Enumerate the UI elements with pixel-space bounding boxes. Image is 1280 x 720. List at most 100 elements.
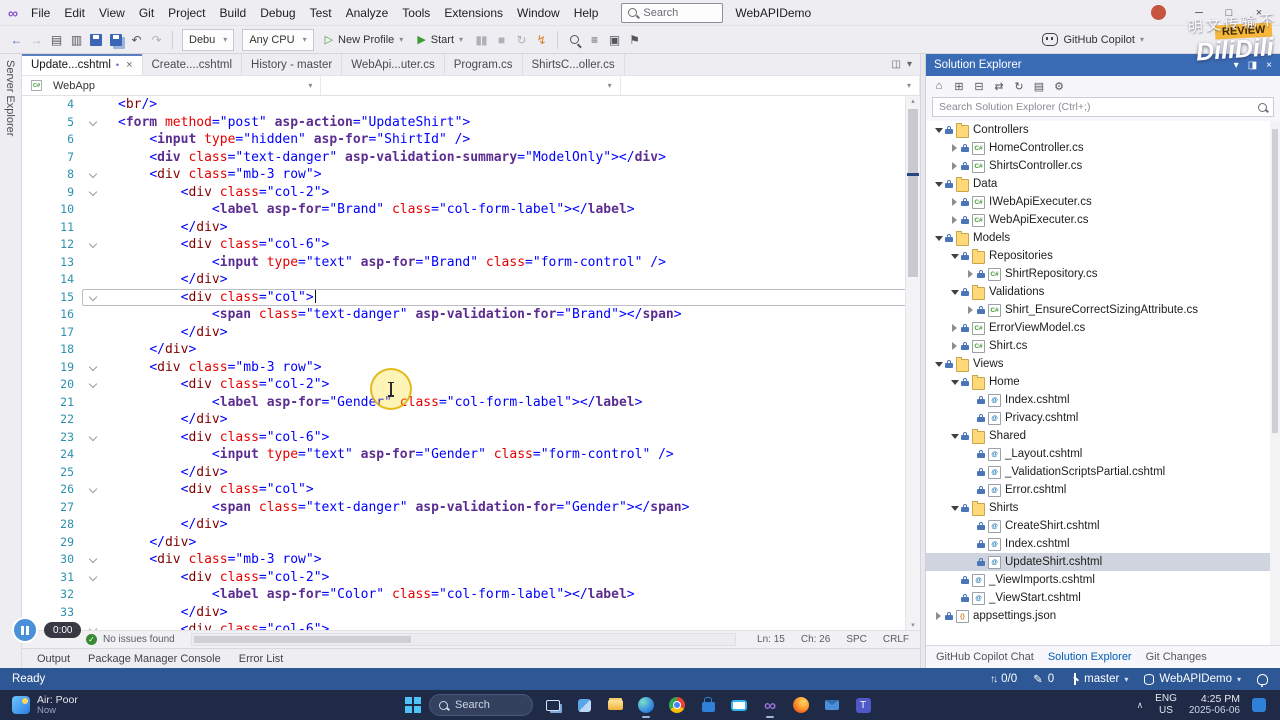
fold-chevron-icon[interactable] [82,184,106,202]
code-line-30[interactable]: 30 <div class="mb-3 row"> [22,551,920,569]
panel-tab-error-list[interactable]: Error List [230,649,293,668]
split-window-icon[interactable]: ◫ [892,59,901,70]
start-button[interactable]: ▶ Start ▾ [411,33,469,47]
fold-chevron-icon[interactable] [82,359,106,377]
taskbar-task-view-icon[interactable] [541,692,565,718]
pause-icon[interactable]: ▮▮ [471,29,491,51]
code-line-14[interactable]: 14 </div> [22,271,920,289]
code-line-22[interactable]: 22 </div> [22,411,920,429]
restart-icon[interactable]: ↻ [511,29,531,51]
code-line-11[interactable]: 11 </div> [22,219,920,237]
nav-back-icon[interactable]: ← [6,29,26,51]
tree-item-shirtscontroller-cs[interactable]: ShirtsController.cs [926,157,1280,175]
menu-git[interactable]: Git [132,6,161,20]
tree-item-models[interactable]: Models [926,229,1280,247]
platform-dropdown[interactable]: Any CPU ▾ [242,28,314,51]
show-all-files-icon[interactable]: ▤ [1030,77,1048,95]
tree-scrollbar[interactable] [1270,121,1280,645]
taskbar-firefox-icon[interactable] [789,692,813,718]
tree-item-shirtrepository-cs[interactable]: ShirtRepository.cs [926,265,1280,283]
scrollbar-thumb[interactable] [908,109,918,277]
code-line-27[interactable]: 27 <span class="text-danger" asp-validat… [22,499,920,517]
outline-icon[interactable]: ≡ [584,29,604,51]
code-line-28[interactable]: 28 </div> [22,516,920,534]
menu-test[interactable]: Test [303,6,339,20]
properties-icon[interactable]: ⚙ [1050,77,1068,95]
tree-item-privacy-cshtml[interactable]: Privacy.cshtml [926,409,1280,427]
menu-tools[interactable]: Tools [395,6,437,20]
windows-start-button[interactable] [405,697,421,713]
code-line-15[interactable]: 15 <div class="col"> [22,289,920,307]
tool-tab-github-copilot-chat[interactable]: GitHub Copilot Chat [936,651,1034,663]
code-line-26[interactable]: 26 <div class="col"> [22,481,920,499]
configuration-dropdown[interactable]: Debu ▾ [182,28,235,51]
undo-icon[interactable]: ↶ [126,29,146,51]
tree-item-updateshirt-cshtml[interactable]: UpdateShirt.cshtml [926,553,1280,571]
code-line-5[interactable]: 5 <form method="post" asp-action="UpdateS… [22,114,920,132]
nav-forward-icon[interactable]: → [26,29,46,51]
menu-window[interactable]: Window [510,6,567,20]
expander-icon[interactable] [932,362,945,367]
run-profile-button[interactable]: ▷ New Profile ▾ [319,33,410,47]
doc-tab-history-master[interactable]: History - master [242,54,343,75]
doc-tab-shirtsc-oller-cs[interactable]: ShirtsC...oller.cs [523,54,625,75]
expander-icon[interactable] [948,324,961,332]
server-explorer-vertical-tab[interactable]: Server Explorer [4,60,16,136]
code-line-19[interactable]: 19 <div class="mb-3 row"> [22,359,920,377]
code-line-34[interactable]: 34 <div class="col-6"> [22,621,920,630]
save-icon[interactable] [86,29,106,51]
fold-chevron-icon[interactable] [82,166,106,184]
editor-vertical-scrollbar[interactable]: ▴ ▾ [905,96,920,630]
code-line-9[interactable]: 9 <div class="col-2"> [22,184,920,202]
tree-item-data[interactable]: Data [926,175,1280,193]
taskbar-bilibili-icon[interactable] [727,692,751,718]
github-copilot-icon[interactable] [1042,33,1059,46]
expander-icon[interactable] [948,290,961,295]
taskbar-chrome-icon[interactable] [665,692,689,718]
refresh-icon[interactable]: ↻ [1010,77,1028,95]
tab-close-icon[interactable]: × [126,59,132,71]
code-line-29[interactable]: 29 </div> [22,534,920,552]
tree-item-shirt-ensurecorrectsizingattribute-cs[interactable]: Shirt_EnsureCorrectSizingAttribute.cs [926,301,1280,319]
git-sync-status[interactable]: ↑↓ 0/0 [990,673,1017,685]
code-line-17[interactable]: 17 </div> [22,324,920,342]
tray-chevron-icon[interactable]: ∧ [1137,700,1144,711]
type-dropdown[interactable]: ▾ [321,76,621,95]
taskbar-store-icon[interactable] [696,692,720,718]
menu-project[interactable]: Project [161,6,212,20]
scroll-down-icon[interactable]: ▾ [906,621,920,629]
find-in-files-icon[interactable] [564,29,584,51]
tree-item-webapiexecuter-cs[interactable]: WebApiExecuter.cs [926,211,1280,229]
taskbar-weather-widget[interactable]: Air: Poor Now [0,694,78,717]
code-line-12[interactable]: 12 <div class="col-6"> [22,236,920,254]
expander-icon[interactable] [948,198,961,206]
tool-tab-solution-explorer[interactable]: Solution Explorer [1048,651,1132,663]
menu-debug[interactable]: Debug [253,6,302,20]
redo-icon[interactable]: ↷ [146,29,166,51]
git-repository-selector[interactable]: WebAPIDemo ▾ [1144,673,1241,685]
tree-item-shared[interactable]: Shared [926,427,1280,445]
code-line-33[interactable]: 33 </div> [22,604,920,622]
tree-item-index-cshtml[interactable]: Index.cshtml [926,535,1280,553]
taskbar-mail-icon[interactable] [820,692,844,718]
pause-button[interactable] [12,617,38,643]
fold-chevron-icon[interactable] [82,429,106,447]
code-line-24[interactable]: 24 <input type="text" asp-for="Gender" c… [22,446,920,464]
scroll-up-icon[interactable]: ▴ [906,97,920,105]
expander-icon[interactable] [932,612,945,620]
user-avatar[interactable] [1151,5,1166,20]
git-branch-selector[interactable]: master ▾ [1070,673,1128,685]
tree-item-shirts[interactable]: Shirts [926,499,1280,517]
fold-chevron-icon[interactable] [82,376,106,394]
taskbar-visual-studio-icon[interactable] [758,692,782,718]
taskbar-widgets-icon[interactable] [572,692,596,718]
title-search-box[interactable]: Search [621,2,724,23]
code-line-8[interactable]: 8 <div class="mb-3 row"> [22,166,920,184]
code-line-4[interactable]: 4 <br/> [22,96,920,114]
expander-icon[interactable] [948,216,961,224]
tree-item-controllers[interactable]: Controllers [926,121,1280,139]
bookmark-icon[interactable]: ⚑ [624,29,644,51]
notification-center-icon[interactable] [1252,698,1266,712]
home-icon[interactable]: ⌂ [930,77,948,95]
tree-item-shirt-cs[interactable]: Shirt.cs [926,337,1280,355]
